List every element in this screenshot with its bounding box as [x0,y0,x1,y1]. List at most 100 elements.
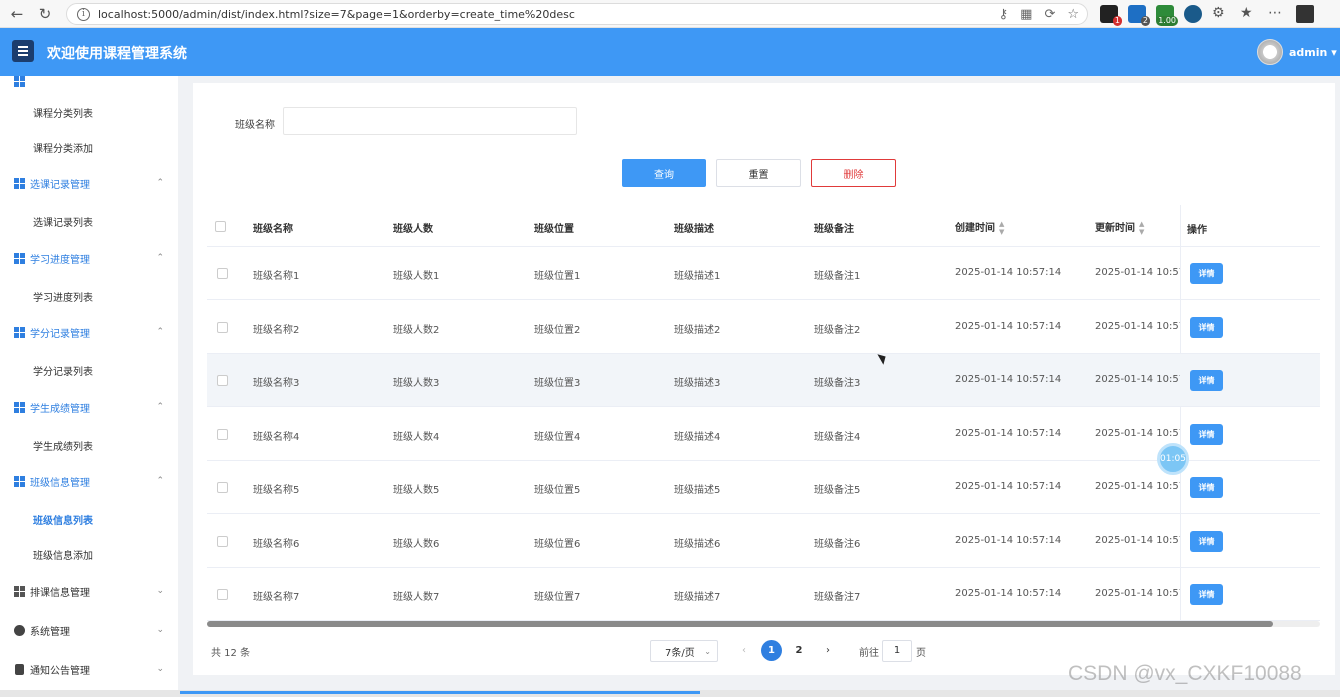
sidebar-group-schedule[interactable]: 排课信息管理 ⌄ [0,576,178,606]
sidebar-item-credits-list[interactable]: 学分记录列表 [33,363,93,378]
class-name-search-input[interactable] [283,107,577,135]
sidebar-toggle-icon[interactable] [1296,5,1314,23]
favorites-icon[interactable]: ★ [1240,5,1258,23]
sidebar-item-course-category-add[interactable]: 课程分类添加 [33,140,93,155]
table-row[interactable]: 班级名称7 班级人数7 班级位置7 班级描述7 班级备注7 2025-01-14 10:5… [207,568,1320,621]
sidebar-group-notice[interactable]: 通知公告管理 ⌄ [0,654,178,684]
sidebar-item-class-info-list[interactable]: 班级信息列表 [33,512,93,527]
sidebar-group-enrollment[interactable]: 选课记录管理 ⌃ [0,168,178,198]
user-menu[interactable]: admin ▾ [1289,46,1337,59]
scrollbar-thumb[interactable] [207,621,1273,627]
table-row[interactable]: 班级名称3 班级人数3 班级位置3 班级描述3 班级备注3 2025-01-14 10:5… [207,354,1320,407]
column-header: 班级备注 [814,224,854,235]
delete-button[interactable]: 删除 [811,159,896,187]
table-cell: 班级备注7 [814,592,861,603]
table-cell: 2025-01-14 10:57:14 [1095,588,1180,599]
back-icon[interactable]: ← [6,3,28,25]
table-header: 班级名称 班级人数 班级位置 班级描述 班级备注 创建时间 ▲ ▼ 更新时间 ▲ ▼ 操… [207,205,1320,247]
sidebar-item-progress-list[interactable]: 学习进度列表 [33,289,93,304]
row-checkbox[interactable] [217,482,228,493]
sidebar-group-label: 学分记录管理 [30,328,90,340]
grid-icon [14,76,25,87]
goto-label: 前往 [859,648,879,659]
sidebar: 课程分类列表 课程分类添加 选课记录管理 ⌃ 选课记录列表 学习进度管理 ⌃ 学… [0,76,178,697]
table-cell: 班级描述7 [674,592,721,603]
table-cell: 班级人数3 [393,378,440,389]
reload-icon[interactable]: ↻ [34,3,56,25]
table-row[interactable]: 班级名称1 班级人数1 班级位置1 班级描述1 班级备注1 2025-01-14 10:5… [207,247,1320,300]
sort-icon[interactable]: ▲ ▼ [1139,220,1144,236]
site-info-icon[interactable]: i [77,7,90,21]
page-number-current[interactable]: 1 [761,640,782,661]
row-checkbox[interactable] [217,375,228,386]
sidebar-group-course-category[interactable] [0,76,178,96]
column-header-sortable[interactable]: 创建时间 ▲ ▼ [955,219,1004,236]
detail-button[interactable]: 详情 [1190,477,1223,498]
sidebar-group-class-info[interactable]: 班级信息管理 ⌃ [0,466,178,496]
extension-badge: 1.00 [1156,16,1178,26]
extension-icon[interactable]: 1.00 [1156,5,1178,26]
sidebar-group-progress[interactable]: 学习进度管理 ⌃ [0,243,178,273]
detail-button[interactable]: 详情 [1190,423,1223,445]
column-header-sortable[interactable]: 更新时间 ▲ ▼ [1095,219,1144,236]
row-checkbox[interactable] [217,589,228,600]
table-cell: 2025-01-14 10:57:14 [955,320,1062,332]
chevron-down-icon: ⌄ [156,625,164,635]
table-row[interactable]: 班级名称2 班级人数2 班级位置2 班级描述2 班级备注2 2025-01-14 10:5… [207,301,1320,354]
sidebar-item-enrollment-list[interactable]: 选课记录列表 [33,214,93,229]
page-size-select[interactable]: 7条/页 ⌄ [650,640,718,662]
detail-button[interactable]: 详情 [1190,263,1223,284]
sidebar-item-class-info-add[interactable]: 班级信息添加 [33,547,93,562]
extension-icon[interactable]: 2 [1128,5,1150,26]
table-cell: 班级备注1 [814,271,861,282]
row-checkbox[interactable] [217,535,228,547]
chevron-up-icon: ⌃ [156,327,164,337]
table-cell: 班级人数6 [393,538,440,550]
sidebar-item-course-category-list[interactable]: 课程分类列表 [33,105,93,120]
row-checkbox[interactable] [217,321,228,333]
more-icon[interactable]: ⋯ [1268,5,1286,23]
table-cell: 班级名称3 [253,378,300,389]
row-checkbox[interactable] [217,428,228,440]
horizontal-scrollbar[interactable] [207,621,1320,627]
detail-button[interactable]: 详情 [1190,584,1223,605]
query-button[interactable]: 查询 [622,159,706,187]
goto-page-input[interactable]: 1 [882,640,912,662]
column-header: 班级位置 [534,224,574,235]
page-number[interactable]: 2 [792,640,806,660]
table-cell: 2025-01-14 10:57:14 [1095,427,1180,439]
reset-button[interactable]: 重置 [716,159,801,187]
next-page-button[interactable]: › [822,640,834,660]
detail-button[interactable]: 详情 [1190,316,1223,338]
column-header: 班级人数 [393,224,433,235]
refresh-page-icon[interactable]: ⟳ [1044,7,1055,22]
sidebar-group-label: 排课信息管理 [30,587,90,599]
address-bar[interactable]: i localhost:5000/admin/dist/index.html?s… [66,3,1088,25]
key-icon[interactable]: ⚷ [999,7,1009,22]
avatar[interactable] [1257,39,1283,65]
extension-icon[interactable] [1184,5,1202,23]
search-label: 班级名称 [235,120,275,131]
menu-toggle-icon[interactable] [12,40,34,62]
table-row[interactable]: 班级名称6 班级人数6 班级位置6 班级描述6 班级备注6 2025-01-14 10:5… [207,515,1320,568]
table-cell: 班级描述3 [674,378,721,389]
table-row[interactable]: 班级名称5 班级人数5 班级位置5 班级描述5 班级备注5 2025-01-14 10:5… [207,461,1320,514]
chevron-down-icon: ⌄ [704,646,711,656]
puzzle-icon[interactable]: ⚙ [1212,5,1230,23]
star-icon[interactable]: ☆ [1067,7,1079,22]
prev-page-button[interactable]: ‹ [738,640,750,660]
select-all-checkbox[interactable] [215,221,226,232]
apps-icon[interactable]: ▦ [1020,7,1032,22]
detail-button[interactable]: 详情 [1190,530,1223,552]
detail-button[interactable]: 详情 [1190,370,1223,391]
row-checkbox[interactable] [217,268,228,279]
sidebar-group-system[interactable]: 系统管理 ⌄ [0,615,178,645]
sort-icon[interactable]: ▲ ▼ [999,220,1004,236]
sidebar-group-credits[interactable]: 学分记录管理 ⌃ [0,317,178,347]
sidebar-group-grades[interactable]: 学生成绩管理 ⌃ [0,392,178,422]
sidebar-item-grades-list[interactable]: 学生成绩列表 [33,438,93,453]
user-name: admin [1289,46,1328,59]
table-row[interactable]: 班级名称4 班级人数4 班级位置4 班级描述4 班级备注4 2025-01-14 10:5… [207,408,1320,461]
extension-icon[interactable]: 1 [1100,5,1122,26]
progress-strip [0,690,1340,697]
